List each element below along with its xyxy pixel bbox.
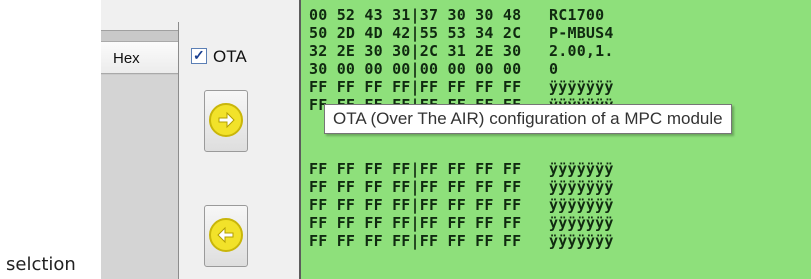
forward-arrow-icon	[209, 103, 243, 137]
hex-line: FF FF FF FF|FF FF FF FF ÿÿÿÿÿÿÿ	[309, 78, 614, 96]
hex-line: FF FF FF FF|FF FF FF FF ÿÿÿÿÿÿÿ	[309, 232, 614, 250]
hex-line: 50 2D 4D 42|55 53 34 2C P-MBUS4	[309, 24, 614, 42]
app-window: Hex ✓ OTA 00 52 43 31|37 30 30 48 RC1700…	[101, 0, 811, 279]
forward-button[interactable]	[204, 90, 248, 152]
hex-dump-view[interactable]: 00 52 43 31|37 30 30 48 RC1700 50 2D 4D …	[299, 0, 811, 279]
hex-line: FF FF FF FF|FF FF FF FF ÿÿÿÿÿÿÿ	[309, 160, 614, 178]
checkmark-icon: ✓	[193, 47, 205, 63]
hex-column-header[interactable]: Hex	[101, 41, 179, 74]
hex-line: FF FF FF FF|FF FF FF FF ÿÿÿÿÿÿÿ	[309, 214, 614, 232]
ota-label[interactable]: OTA	[213, 47, 247, 67]
ota-checkbox[interactable]: ✓	[191, 47, 207, 64]
hex-column-label: Hex	[113, 50, 140, 67]
list-area[interactable]	[101, 75, 179, 279]
hex-line: 30 00 00 00|00 00 00 00 0	[309, 60, 559, 78]
hex-line: 00 52 43 31|37 30 30 48 RC1700	[309, 6, 605, 24]
back-arrow-icon	[209, 218, 243, 252]
back-button[interactable]	[204, 205, 248, 267]
hex-line: 32 2E 30 30|2C 31 2E 30 2.00,1.	[309, 42, 614, 60]
ota-tooltip: OTA (Over The AIR) configuration of a MP…	[324, 104, 732, 134]
top-strip	[101, 0, 291, 22]
caption-text: selction	[6, 254, 76, 275]
hex-line: FF FF FF FF|FF FF FF FF ÿÿÿÿÿÿÿ	[309, 196, 614, 214]
hex-line: FF FF FF FF|FF FF FF FF ÿÿÿÿÿÿÿ	[309, 178, 614, 196]
panel-divider	[178, 22, 179, 279]
